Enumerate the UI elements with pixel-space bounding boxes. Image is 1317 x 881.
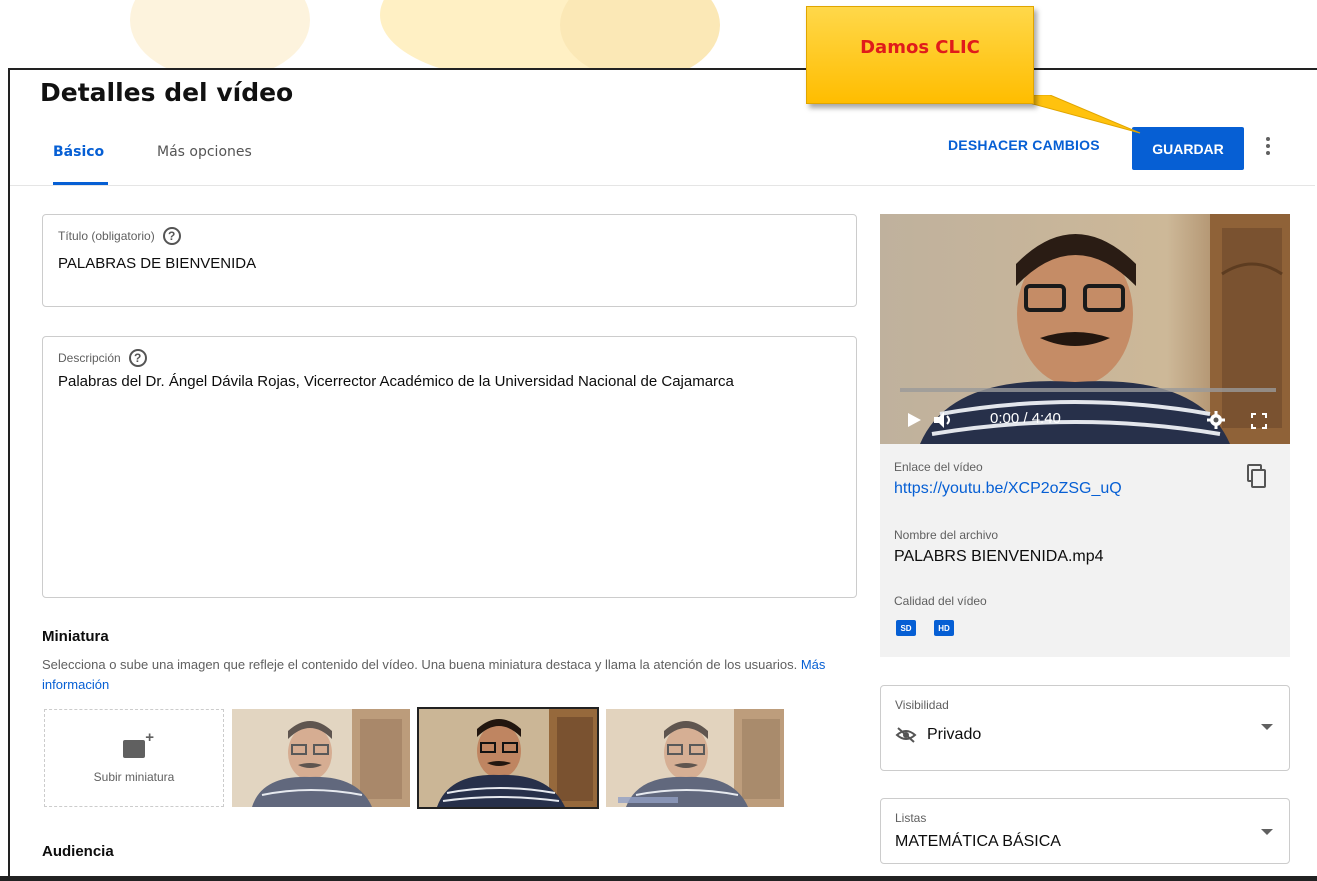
video-info-panel: Enlace del vídeo https://youtu.be/XCP2oZ… [880,444,1290,657]
description-field-label: Descripción ? [58,349,147,367]
tab-basic[interactable]: Básico [53,144,104,160]
chevron-down-icon [1261,829,1273,835]
fullscreen-icon[interactable] [1250,412,1268,430]
page: Detalles del vídeo Básico Más opciones D… [0,0,1317,881]
chevron-down-icon [1261,724,1273,730]
visibility-value: Privado [895,726,981,744]
playlists-select[interactable]: Listas MATEMÁTICA BÁSICA [880,798,1290,864]
video-time: 0:00 / 4:40 [990,410,1061,427]
bottom-edge [0,876,1317,881]
tab-more-options[interactable]: Más opciones [157,144,252,160]
help-icon[interactable]: ? [128,349,147,367]
playlists-label: Listas [895,811,927,825]
callout-box: Damos CLIC [806,6,1034,104]
quality-label: Calidad del vídeo [894,594,987,608]
title-field[interactable]: Título (obligatorio) ? PALABRAS DE BIENV… [42,214,857,307]
play-icon[interactable] [904,410,924,430]
sd-quality-badge: SD [896,620,916,636]
page-title: Detalles del vídeo [40,78,294,107]
video-link[interactable]: https://youtu.be/XCP2oZSG_uQ [894,480,1122,498]
visibility-select[interactable]: Visibilidad Privado [880,685,1290,771]
thumbnail-option-1[interactable] [232,709,410,807]
thumbnail-section-title: Miniatura [42,628,109,645]
playlists-value: MATEMÁTICA BÁSICA [895,833,1061,850]
active-tab-indicator [53,182,108,185]
description-input[interactable]: Palabras del Dr. Ángel Dávila Rojas, Vic… [58,373,734,390]
thumbnail-section-description: Selecciona o sube una imagen que refleje… [42,657,826,692]
copy-icon[interactable] [1246,464,1266,488]
title-field-label: Título (obligatorio) ? [58,227,181,245]
upload-thumbnail-label: Subir miniatura [93,770,175,784]
description-field[interactable]: Descripción ? Palabras del Dr. Ángel Dáv… [42,336,857,598]
video-link-label: Enlace del vídeo [894,460,983,474]
add-photo-icon [123,729,154,758]
audience-section-title: Audiencia [42,843,114,860]
callout-text: Damos CLIC [860,37,980,58]
video-player[interactable]: 0:00 / 4:40 [880,214,1290,444]
filename-value: PALABRS BIENVENIDA.mp4 [894,548,1104,565]
upload-thumbnail-button[interactable]: Subir miniatura [44,709,224,807]
settings-gear-icon[interactable] [1206,410,1226,430]
filename-label: Nombre del archivo [894,528,999,542]
thumbnail-option-3[interactable] [606,709,784,807]
more-options-icon[interactable] [1258,134,1278,164]
visibility-label: Visibilidad [895,698,949,712]
eye-off-icon [895,727,917,743]
volume-icon[interactable] [932,410,954,430]
background-watermark [0,0,1317,70]
undo-changes-button[interactable]: DESHACER CAMBIOS [948,137,1100,153]
help-icon[interactable]: ? [162,227,181,245]
hd-quality-badge: HD [934,620,954,636]
thumbnail-option-2-selected[interactable] [417,707,599,809]
title-input[interactable]: PALABRAS DE BIENVENIDA [58,255,256,272]
